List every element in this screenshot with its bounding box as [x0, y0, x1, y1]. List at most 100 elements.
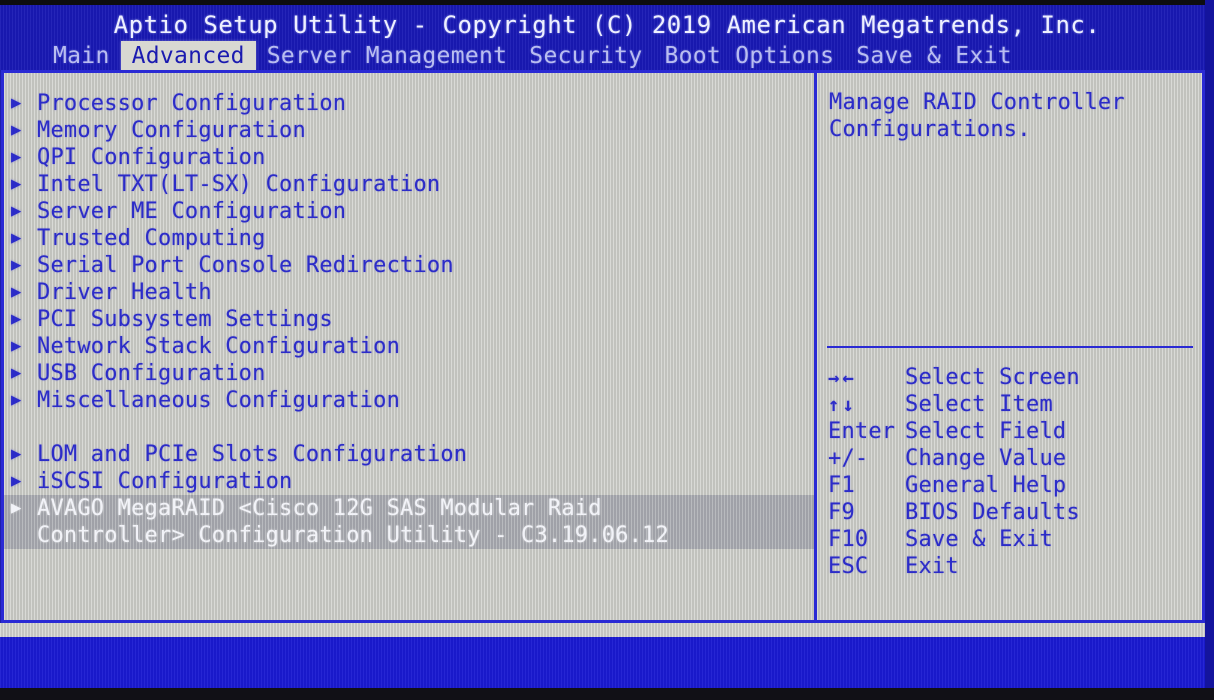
legend-description: Select Screen: [905, 365, 1080, 390]
menu-item-label: Network Stack Configuration: [37, 334, 401, 359]
submenu-arrow-icon: ▶: [11, 228, 22, 248]
tab-save-exit[interactable]: Save & Exit: [845, 41, 1023, 71]
submenu-arrow-icon: ▶: [11, 147, 22, 167]
legend-key: ESC: [828, 554, 869, 579]
menu-item-label: Driver Health: [37, 280, 212, 305]
legend-row: ESC Exit: [817, 554, 1202, 581]
menu-row: ▶ Miscellaneous Configuration: [4, 387, 814, 414]
legend-row: →← Select Screen: [817, 365, 1202, 392]
content-frame: ▶ Processor Configuration ▶ Memory Configur…: [1, 70, 1205, 623]
menu-item-server-me-configuration[interactable]: ▶ Server ME Configuration: [4, 198, 814, 225]
menu-row: ▶ PCI Subsystem Settings: [4, 306, 814, 333]
submenu-arrow-icon: ▶: [11, 93, 22, 113]
menu-item-lom-and-pcie-slots-configuration[interactable]: ▶ LOM and PCIe Slots Configuration: [4, 441, 814, 468]
menu-item-label: Miscellaneous Configuration: [37, 388, 401, 413]
submenu-arrow-icon: ▶: [11, 444, 22, 464]
menu-item-label: Server ME Configuration: [37, 199, 347, 224]
menu-item-label: iSCSI Configuration: [37, 469, 293, 494]
menu-item-miscellaneous-configuration[interactable]: ▶ Miscellaneous Configuration: [4, 387, 814, 414]
menu-item-qpi-configuration[interactable]: ▶ QPI Configuration: [4, 144, 814, 171]
menu-item-iscsi-configuration[interactable]: ▶ iSCSI Configuration: [4, 468, 814, 495]
menu-item-label: AVAGO MegaRAID <Cisco 12G SAS Modular Ra…: [37, 496, 602, 521]
submenu-arrow-icon: ▶: [11, 363, 22, 383]
help-text-line: Configurations.: [829, 117, 1031, 142]
legend-description: General Help: [905, 473, 1067, 498]
legend-description: Change Value: [905, 446, 1067, 471]
menu-item-pci-subsystem-settings[interactable]: ▶ PCI Subsystem Settings: [4, 306, 814, 333]
menu-item-intel-txt-lt-sx-configuration[interactable]: ▶ Intel TXT(LT-SX) Configuration: [4, 171, 814, 198]
menu-item-driver-health[interactable]: ▶ Driver Health: [4, 279, 814, 306]
legend-key: F9: [828, 500, 855, 525]
legend-description: Save & Exit: [905, 527, 1053, 552]
legend-description: Exit: [905, 554, 959, 579]
menu-row: ▶ USB Configuration: [4, 360, 814, 387]
menu-spacer: [4, 414, 814, 441]
submenu-arrow-icon: ▶: [11, 255, 22, 275]
menu-item-processor-configuration[interactable]: ▶ Processor Configuration: [4, 90, 814, 117]
menu-row: ▶ Network Stack Configuration: [4, 333, 814, 360]
left-right-arrow-icon: →←: [828, 367, 857, 389]
tab-server-management[interactable]: Server Management: [256, 41, 519, 71]
submenu-arrow-icon: ▶: [11, 282, 22, 302]
legend-row: F1 General Help: [817, 473, 1202, 500]
tab-security[interactable]: Security: [518, 41, 653, 71]
submenu-arrow-icon: ▶: [11, 498, 22, 518]
legend-description: Select Field: [905, 419, 1067, 444]
menu-tab-bar[interactable]: Main Advanced Server Management Security Boo…: [42, 41, 1023, 71]
menu-item-label: PCI Subsystem Settings: [37, 307, 333, 332]
submenu-arrow-icon: ▶: [11, 336, 22, 356]
monitor-bezel-bottom: [0, 688, 1214, 700]
help-divider: [827, 346, 1193, 348]
submenu-arrow-icon: ▶: [11, 309, 22, 329]
menu-item-label: Trusted Computing: [37, 226, 266, 251]
menu-item-label-line2: Controller> Configuration Utility - C3.1…: [37, 523, 669, 548]
help-text: Manage RAID Controller Configurations.: [829, 89, 1202, 143]
submenu-arrow-icon: ▶: [11, 174, 22, 194]
legend-description: Select Item: [905, 392, 1053, 417]
monitor-bezel-right: [1205, 0, 1214, 700]
menu-item-trusted-computing[interactable]: ▶ Trusted Computing: [4, 225, 814, 252]
legend-key: F1: [828, 473, 855, 498]
menu-item-usb-configuration[interactable]: ▶ USB Configuration: [4, 360, 814, 387]
advanced-menu-pane[interactable]: ▶ Processor Configuration ▶ Memory Configur…: [4, 73, 817, 620]
menu-item-serial-port-console-redirection[interactable]: ▶ Serial Port Console Redirection: [4, 252, 814, 279]
page-title: Aptio Setup Utility - Copyright (C) 2019…: [113, 11, 1101, 39]
title-bar: Aptio Setup Utility - Copyright (C) 2019…: [0, 5, 1214, 71]
menu-row: ▶ LOM and PCIe Slots Configuration: [4, 441, 814, 468]
legend-key: F10: [828, 527, 869, 552]
menu-item-label: Processor Configuration: [37, 91, 347, 116]
menu-row: ▶ QPI Configuration: [4, 144, 814, 171]
footer-gap: [0, 623, 1214, 637]
legend-row: Enter Select Field: [817, 419, 1202, 446]
menu-row: ▶ Memory Configuration: [4, 117, 814, 144]
menu-row: ▶ Server ME Configuration: [4, 198, 814, 225]
legend-row: ↑↓ Select Item: [817, 392, 1202, 419]
tab-boot-options[interactable]: Boot Options: [653, 41, 845, 71]
submenu-arrow-icon: ▶: [11, 471, 22, 491]
submenu-arrow-icon: ▶: [11, 390, 22, 410]
menu-row: ▶ Intel TXT(LT-SX) Configuration: [4, 171, 814, 198]
menu-row: ▶ Processor Configuration: [4, 90, 814, 117]
tab-advanced[interactable]: Advanced: [120, 41, 256, 71]
bios-screen: Aptio Setup Utility - Copyright (C) 2019…: [0, 0, 1214, 700]
legend-description: BIOS Defaults: [905, 500, 1080, 525]
menu-item-label: LOM and PCIe Slots Configuration: [37, 442, 468, 467]
menu-item-avago-megaraid-cisco-12g-sas-modular-rai[interactable]: ▶ AVAGO MegaRAID <Cisco 12G SAS Modular R…: [4, 495, 814, 549]
submenu-arrow-icon: ▶: [11, 120, 22, 140]
menu-row-continuation: Controller> Configuration Utility - C3.1…: [4, 522, 814, 549]
help-text-line: Manage RAID Controller: [829, 90, 1125, 115]
tab-main[interactable]: Main: [42, 41, 121, 71]
legend-row: F10 Save & Exit: [817, 527, 1202, 554]
submenu-arrow-icon: ▶: [11, 201, 22, 221]
legend-row: F9 BIOS Defaults: [817, 500, 1202, 527]
legend-key: +/-: [828, 446, 869, 471]
menu-row: ▶ Serial Port Console Redirection: [4, 252, 814, 279]
menu-item-network-stack-configuration[interactable]: ▶ Network Stack Configuration: [4, 333, 814, 360]
menu-row: ▶ Trusted Computing: [4, 225, 814, 252]
menu-item-label: Serial Port Console Redirection: [37, 253, 454, 278]
legend-row: +/- Change Value: [817, 446, 1202, 473]
menu-item-memory-configuration[interactable]: ▶ Memory Configuration: [4, 117, 814, 144]
menu-item-label: QPI Configuration: [37, 145, 266, 170]
menu-row: ▶ AVAGO MegaRAID <Cisco 12G SAS Modular R…: [4, 495, 814, 522]
key-legend: →← Select Screen ↑↓ Select Item Enter Select …: [817, 365, 1202, 581]
